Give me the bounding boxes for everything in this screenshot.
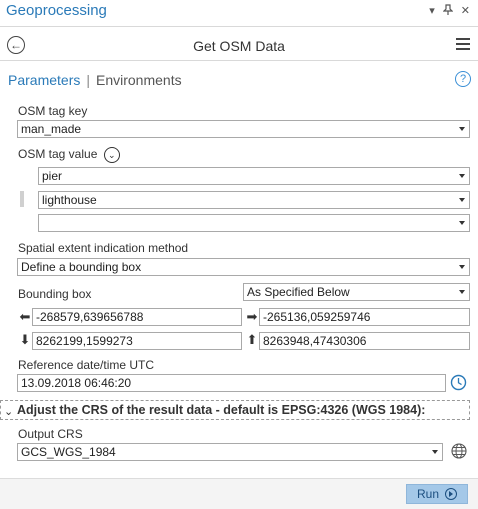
tag-value-row-1[interactable]: pier: [38, 167, 470, 185]
collapse-icon[interactable]: ⌄: [103, 147, 120, 163]
tag-key-label: OSM tag key: [18, 104, 88, 118]
menu-icon[interactable]: [456, 38, 470, 53]
header-divider: [0, 60, 478, 61]
extent-value: Define a bounding box: [21, 260, 142, 274]
bbox-bottom-value: 8262199,1599273: [36, 334, 133, 348]
chevron-down-icon: ⌄: [4, 406, 14, 418]
chevron-down-icon: [459, 290, 465, 294]
bbox-mode-value: As Specified Below: [247, 285, 350, 299]
tab-bar: Parameters | Environments: [8, 72, 182, 88]
output-crs-label: Output CRS: [18, 427, 83, 441]
pin-icon[interactable]: [442, 4, 454, 18]
tag-value-label: OSM tag value: [18, 147, 98, 162]
bbox-right-value: -265136,059259746: [263, 310, 371, 324]
date-value: 13.09.2018 06:46:20: [21, 376, 132, 390]
tab-environments[interactable]: Environments: [96, 72, 182, 88]
row-grip-handle[interactable]: [20, 191, 24, 207]
output-crs-dropdown[interactable]: GCS_WGS_1984: [17, 443, 443, 461]
bbox-top-input[interactable]: 8263948,47430306: [259, 332, 470, 350]
help-icon[interactable]: ?: [455, 71, 471, 87]
date-input[interactable]: 13.09.2018 06:46:20: [17, 374, 446, 392]
globe-icon[interactable]: [451, 443, 467, 464]
arrow-up-icon: ⬆: [246, 332, 258, 347]
bbox-right-input[interactable]: -265136,059259746: [259, 308, 470, 326]
chevron-down-icon: [432, 450, 438, 454]
pane-window-controls: ▾ ✕: [429, 4, 470, 18]
run-button[interactable]: Run: [406, 484, 468, 504]
tool-title: Get OSM Data: [193, 38, 285, 54]
date-label: Reference date/time UTC: [18, 358, 155, 372]
chevron-down-icon: [459, 221, 465, 225]
bbox-left-input[interactable]: -268579,639656788: [32, 308, 242, 326]
close-icon[interactable]: ✕: [461, 4, 470, 18]
tag-value-1: pier: [42, 169, 63, 183]
tag-value-row-3[interactable]: [38, 214, 470, 232]
pane-title: Geoprocessing: [6, 2, 107, 19]
extent-dropdown[interactable]: Define a bounding box: [17, 258, 470, 276]
chevron-down-icon: [459, 198, 465, 202]
tag-value-2: lighthouse: [42, 193, 97, 207]
tag-key-dropdown[interactable]: man_made: [17, 120, 470, 138]
arrow-down-icon: ⬇: [19, 332, 31, 347]
title-divider: [0, 26, 478, 27]
arrow-right-icon: ➡: [246, 309, 258, 324]
chevron-down-icon: [459, 127, 465, 131]
pane-options-icon[interactable]: ▾: [429, 4, 435, 18]
bbox-label: Bounding box: [18, 287, 92, 301]
arrow-left-icon: ⬅: [19, 309, 31, 324]
crs-section-title: Adjust the CRS of the result data - defa…: [17, 403, 426, 417]
tag-value-row-2[interactable]: lighthouse: [38, 191, 470, 209]
tag-key-value: man_made: [21, 122, 82, 136]
run-button-label: Run: [416, 487, 439, 501]
output-crs-value: GCS_WGS_1984: [21, 445, 116, 459]
clock-icon[interactable]: [450, 374, 467, 396]
tab-parameters[interactable]: Parameters: [8, 72, 80, 88]
chevron-down-icon: [459, 174, 465, 178]
play-icon: [445, 488, 457, 500]
tab-separator: |: [86, 72, 90, 88]
bbox-bottom-input[interactable]: 8262199,1599273: [32, 332, 242, 350]
bbox-left-value: -268579,639656788: [36, 310, 144, 324]
bbox-mode-dropdown[interactable]: As Specified Below: [243, 283, 470, 301]
chevron-down-icon: [459, 265, 465, 269]
extent-label: Spatial extent indication method: [18, 241, 189, 255]
bbox-top-value: 8263948,47430306: [263, 334, 367, 348]
tag-value-label-row: OSM tag value ⌄: [18, 147, 120, 163]
